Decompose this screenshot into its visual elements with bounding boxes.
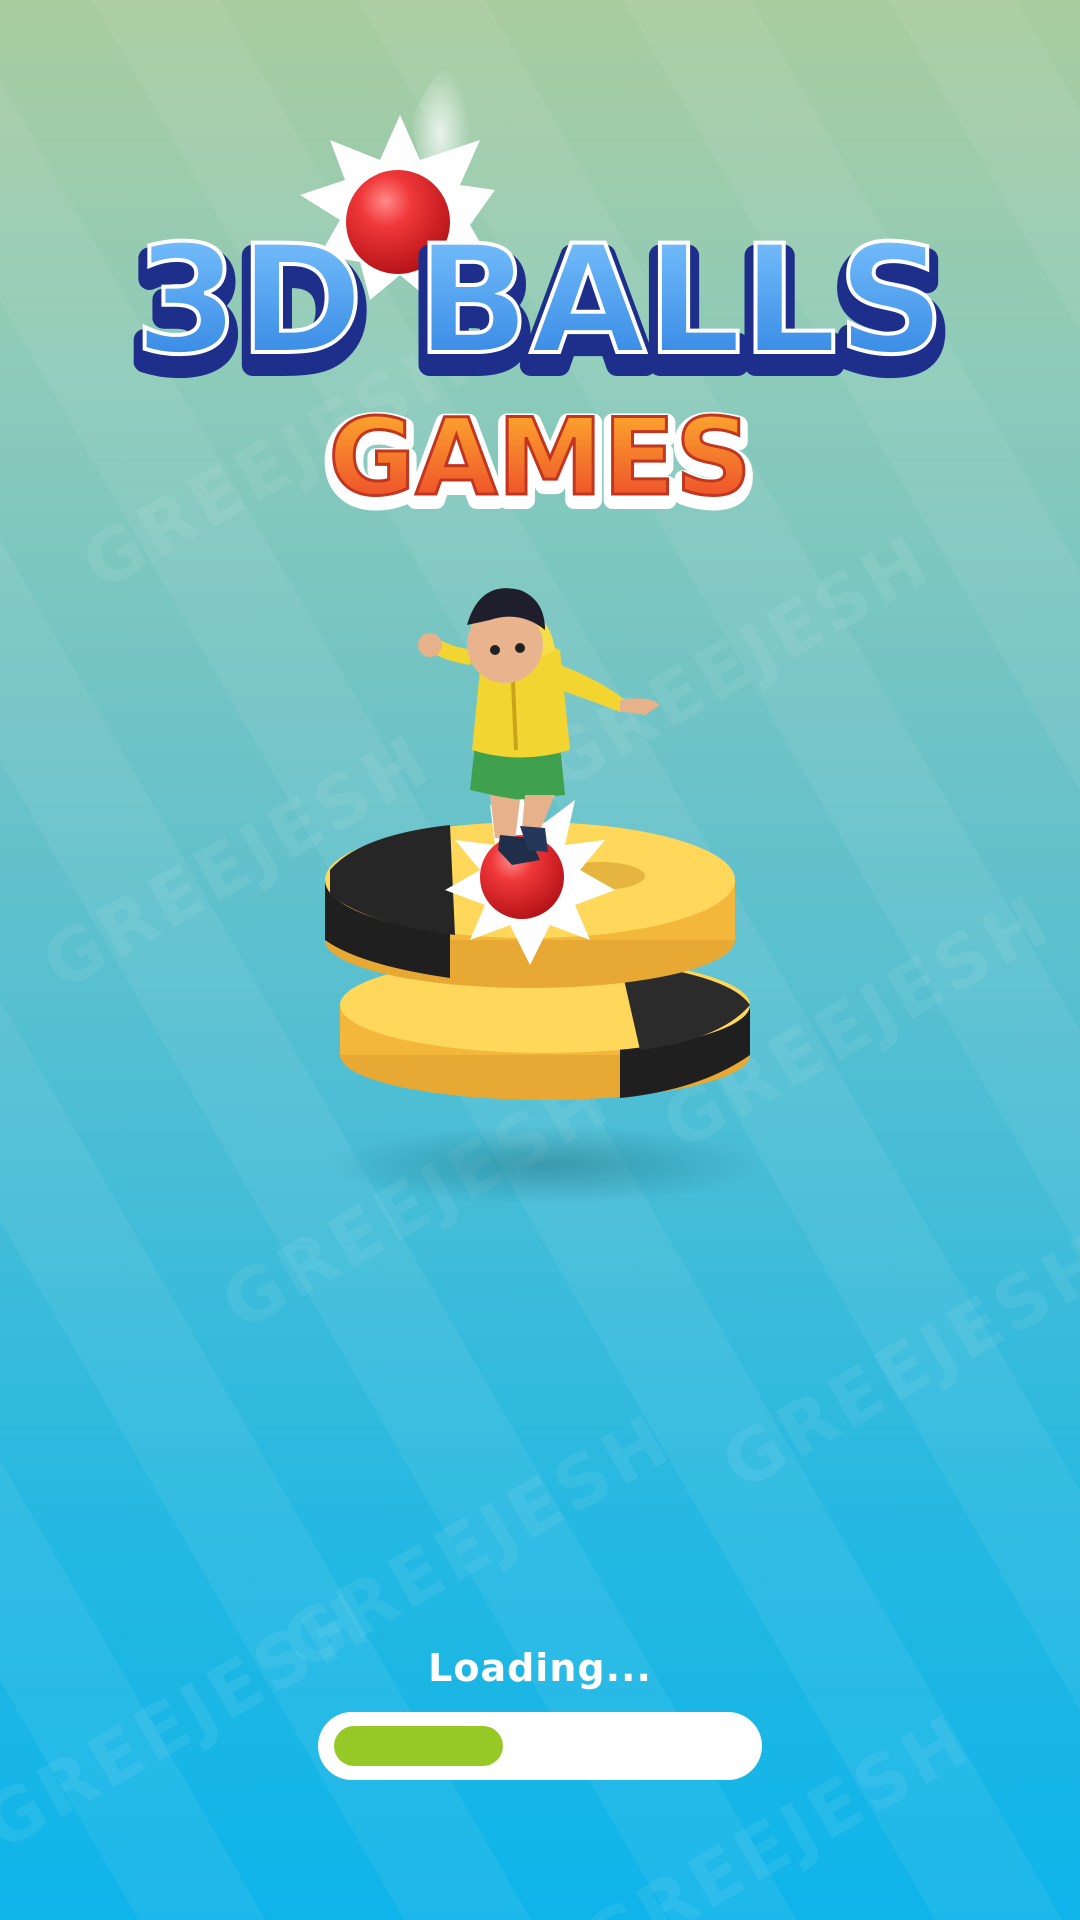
loading-screen: GREEJESH GREEJESH GREEJESH GREEJESH GREE…	[0, 0, 1080, 1920]
platform-shadow	[325, 1125, 765, 1205]
loading-label: Loading...	[428, 1646, 652, 1690]
loading-progress-bar	[318, 1712, 762, 1780]
hero-illustration	[325, 588, 765, 1205]
character-boy	[418, 588, 660, 865]
loading-progress-fill	[334, 1726, 503, 1766]
loading-area: Loading...	[0, 1640, 1080, 1780]
logo-title-line1-face: 3D BALLS	[135, 214, 946, 388]
logo-title-line2-face: GAMES	[328, 396, 751, 519]
game-logo: 3D BALLS 3D BALLS GAMES GAMES	[124, 68, 956, 534]
